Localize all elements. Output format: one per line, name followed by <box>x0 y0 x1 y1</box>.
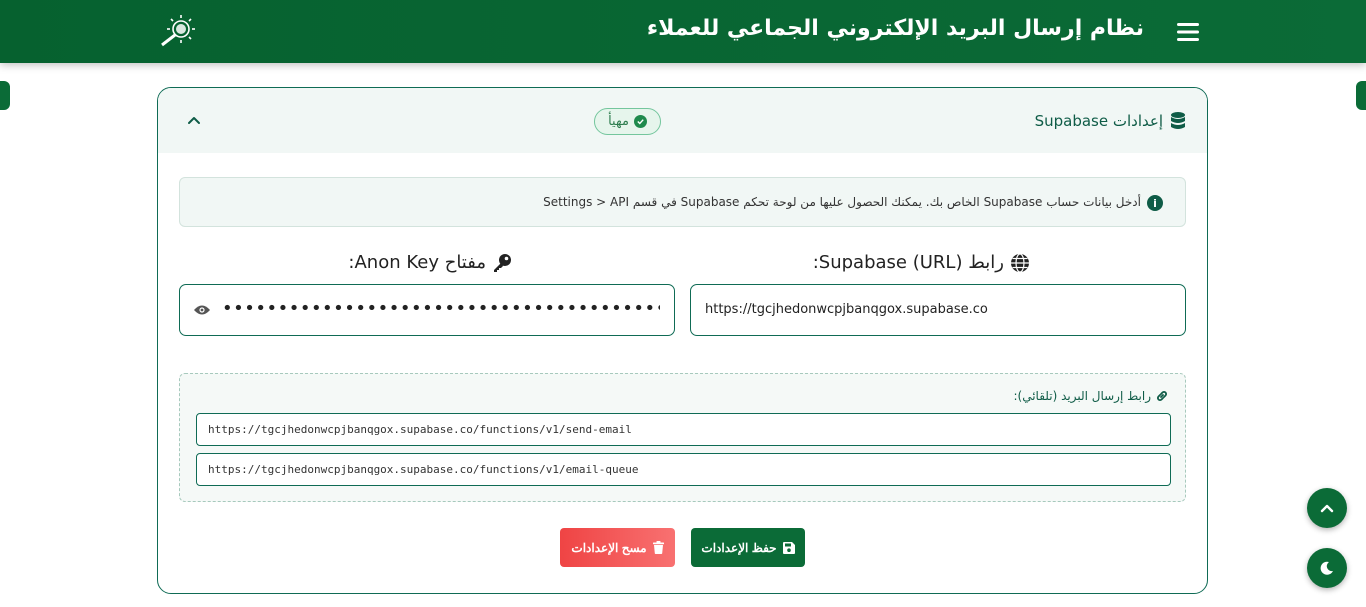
page-title: نظام إرسال البريد الإلكتروني الجماعي للع… <box>646 16 1144 41</box>
floppy-disk-icon <box>782 541 795 554</box>
info-text: أدخل بيانات حساب Supabase الخاص بك. يمكن… <box>543 195 1141 209</box>
status-badge: مهيأ <box>594 108 661 135</box>
check-circle-icon <box>633 115 647 128</box>
scroll-to-top-button[interactable] <box>1307 488 1347 528</box>
app-logo <box>156 12 200 50</box>
menu-button[interactable] <box>1168 12 1208 52</box>
sun-magnifier-logo <box>161 15 195 47</box>
anon-key-input[interactable]: ••••••••••••••••••••••••••••••••••••••••… <box>179 284 675 336</box>
card-header[interactable]: إعدادات Supabase مهيأ <box>158 88 1207 153</box>
anon-key-label-text: مفتاح Anon Key: <box>348 252 486 273</box>
supabase-url-label-text: رابط Supabase (URL): <box>812 252 1004 273</box>
key-icon <box>494 253 511 272</box>
supabase-url-label: رابط Supabase (URL): <box>813 252 1030 273</box>
supabase-url-input[interactable]: https://tgcjhedonwcpjbanqgox.supabase.co <box>690 284 1186 336</box>
save-settings-label: حفظ الإعدادات <box>701 540 777 555</box>
hamburger-icon <box>1177 23 1199 41</box>
email-links-box: رابط إرسال البريد (تلقائي): https://tgcj… <box>179 373 1186 502</box>
email-links-label: رابط إرسال البريد (تلقائي): <box>1013 389 1169 403</box>
email-queue-url: https://tgcjhedonwcpjbanqgox.supabase.co… <box>208 463 639 476</box>
card-title: إعدادات Supabase <box>1034 112 1163 130</box>
theme-toggle-button[interactable] <box>1307 548 1347 588</box>
chevron-up-icon <box>1320 504 1334 513</box>
moon-icon <box>1320 561 1333 575</box>
trash-icon <box>652 541 664 554</box>
email-links-label-text: رابط إرسال البريد (تلقائي): <box>1013 389 1151 403</box>
eye-icon[interactable] <box>194 304 210 316</box>
save-settings-button[interactable]: حفظ الإعدادات <box>691 528 805 567</box>
send-email-url: https://tgcjhedonwcpjbanqgox.supabase.co… <box>208 423 632 436</box>
clear-settings-label: مسح الإعدادات <box>571 540 647 555</box>
info-alert: i أدخل بيانات حساب Supabase الخاص بك. يم… <box>179 177 1186 227</box>
status-text: مهيأ <box>608 114 629 129</box>
info-icon: i <box>1147 195 1163 211</box>
send-email-url-field[interactable]: https://tgcjhedonwcpjbanqgox.supabase.co… <box>196 413 1171 446</box>
app-header: نظام إرسال البريد الإلكتروني الجماعي للع… <box>0 0 1366 63</box>
supabase-url-value: https://tgcjhedonwcpjbanqgox.supabase.co <box>705 302 988 317</box>
clear-settings-button[interactable]: مسح الإعدادات <box>560 528 675 567</box>
left-side-tab[interactable] <box>0 81 10 110</box>
anon-key-label: مفتاح Anon Key: <box>348 252 512 273</box>
email-queue-url-field[interactable]: https://tgcjhedonwcpjbanqgox.supabase.co… <box>196 453 1171 486</box>
anon-key-value: ••••••••••••••••••••••••••••••••••••••••… <box>222 298 660 319</box>
database-icon <box>1171 112 1185 129</box>
link-icon <box>1157 391 1167 401</box>
right-side-tab[interactable] <box>1356 81 1366 110</box>
globe-icon <box>1011 252 1029 273</box>
chevron-up-icon[interactable] <box>186 112 202 128</box>
supabase-settings-card: إعدادات Supabase مهيأ i أدخل بيانات حساب… <box>157 87 1208 594</box>
